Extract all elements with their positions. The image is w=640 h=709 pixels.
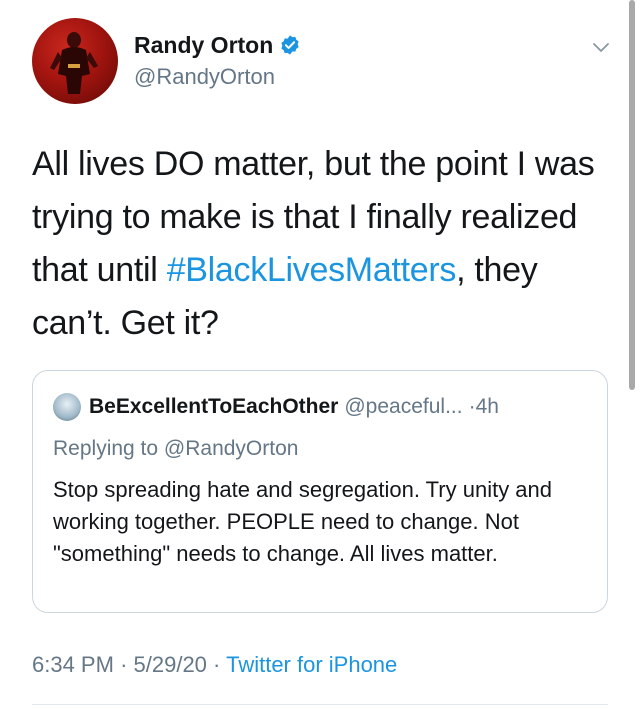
author-handle[interactable]: @RandyOrton — [134, 64, 301, 90]
meta-separator: · — [120, 652, 128, 677]
wrestler-avatar-image — [50, 32, 98, 94]
display-name-row: Randy Orton — [134, 30, 301, 60]
replying-to-line: Replying to @RandyOrton — [53, 437, 298, 461]
tweet-source-link[interactable]: Twitter for iPhone — [226, 652, 397, 677]
quoted-author-name: BeExcellentToEachOther — [89, 395, 339, 418]
quoted-author-handle: @peaceful... — [344, 395, 463, 418]
tweet-time[interactable]: 6:34 PM — [32, 652, 114, 677]
quoted-author-avatar — [53, 393, 81, 421]
author-info: Randy Orton @RandyOrton — [134, 30, 301, 90]
tweet-date[interactable]: 5/29/20 — [134, 652, 207, 677]
quoted-tweet-text: Stop spreading hate and segregation. Try… — [53, 477, 553, 566]
replying-to-handle: @RandyOrton — [163, 437, 299, 460]
replying-to-prefix: Replying to — [53, 437, 159, 460]
quoted-tweet[interactable]: BeExcellentToEachOther @peaceful... · 4h … — [32, 370, 608, 613]
author-avatar[interactable] — [32, 18, 118, 104]
tweet-detail: Randy Orton @RandyOrton All lives DO mat… — [0, 0, 640, 709]
quoted-separator: · — [468, 395, 476, 418]
hashtag-link[interactable]: #BlackLivesMatters — [167, 251, 457, 289]
chevron-down-icon[interactable] — [590, 36, 612, 58]
quoted-timestamp: 4h — [475, 395, 499, 418]
divider — [32, 704, 608, 705]
scrollbar[interactable] — [629, 0, 635, 390]
quoted-tweet-header: BeExcellentToEachOther @peaceful... · 4h — [53, 393, 499, 421]
meta-separator: · — [213, 652, 221, 677]
verified-badge-icon — [281, 35, 299, 55]
author-display-name[interactable]: Randy Orton — [134, 32, 273, 59]
tweet-metadata: 6:34 PM · 5/29/20 · Twitter for iPhone — [32, 652, 397, 678]
tweet-text: All lives DO matter, but the point I was… — [32, 138, 612, 350]
